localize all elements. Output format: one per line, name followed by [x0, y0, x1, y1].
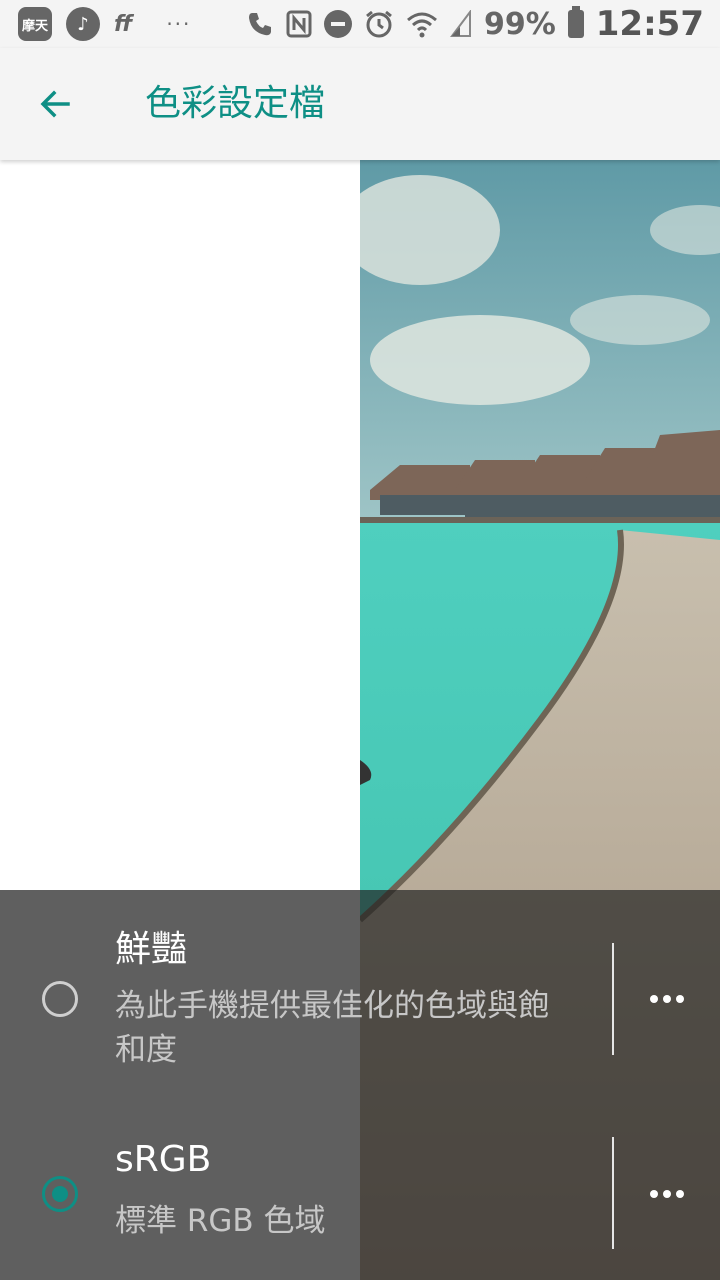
more-horizontal-icon	[650, 995, 684, 1003]
battery-percentage: 99%	[483, 6, 556, 42]
back-button[interactable]	[28, 80, 84, 128]
option-title: 鮮豔	[115, 929, 188, 970]
more-options-button[interactable]	[630, 974, 704, 1024]
more-horizontal-icon	[650, 1190, 684, 1198]
momo-app-icon: 摩天	[18, 7, 52, 41]
divider	[612, 1137, 614, 1249]
option-srgb[interactable]: sRGB 標準 RGB 色域	[0, 1085, 720, 1280]
option-description: 標準 RGB 色域	[115, 1203, 326, 1239]
page-title: 色彩設定檔	[145, 83, 326, 124]
ff-app-icon: ff	[114, 11, 133, 37]
arrow-left-icon	[40, 90, 70, 118]
option-vivid[interactable]: 鮮豔 為此手機提供最佳化的色域與飽和度	[0, 890, 720, 1085]
alarm-icon	[364, 9, 394, 39]
clock: 12:57	[595, 4, 704, 44]
radio-srgb[interactable]	[42, 1176, 78, 1212]
music-icon: ♪	[66, 7, 100, 41]
system-icons: 99% 12:57	[246, 4, 704, 44]
signal-icon	[449, 10, 472, 38]
preview-white-half	[0, 160, 360, 890]
radio-vivid[interactable]	[42, 981, 78, 1017]
wifi-icon	[406, 10, 438, 38]
app-bar: 色彩設定檔	[0, 48, 720, 160]
battery-icon	[567, 6, 584, 38]
option-description: 為此手機提供最佳化的色域與飽和度	[115, 988, 549, 1068]
do-not-disturb-icon	[323, 10, 352, 38]
notification-icons: 摩天 ♪ ff ···	[18, 6, 191, 42]
nfc-icon	[286, 10, 312, 38]
option-title: sRGB	[115, 1139, 212, 1180]
status-bar: 摩天 ♪ ff ··· 99% 12:57	[0, 0, 720, 48]
more-notifications-icon: ···	[166, 12, 192, 36]
more-options-button[interactable]	[630, 1169, 704, 1219]
divider	[612, 943, 614, 1055]
wifi-call-icon	[246, 10, 274, 38]
